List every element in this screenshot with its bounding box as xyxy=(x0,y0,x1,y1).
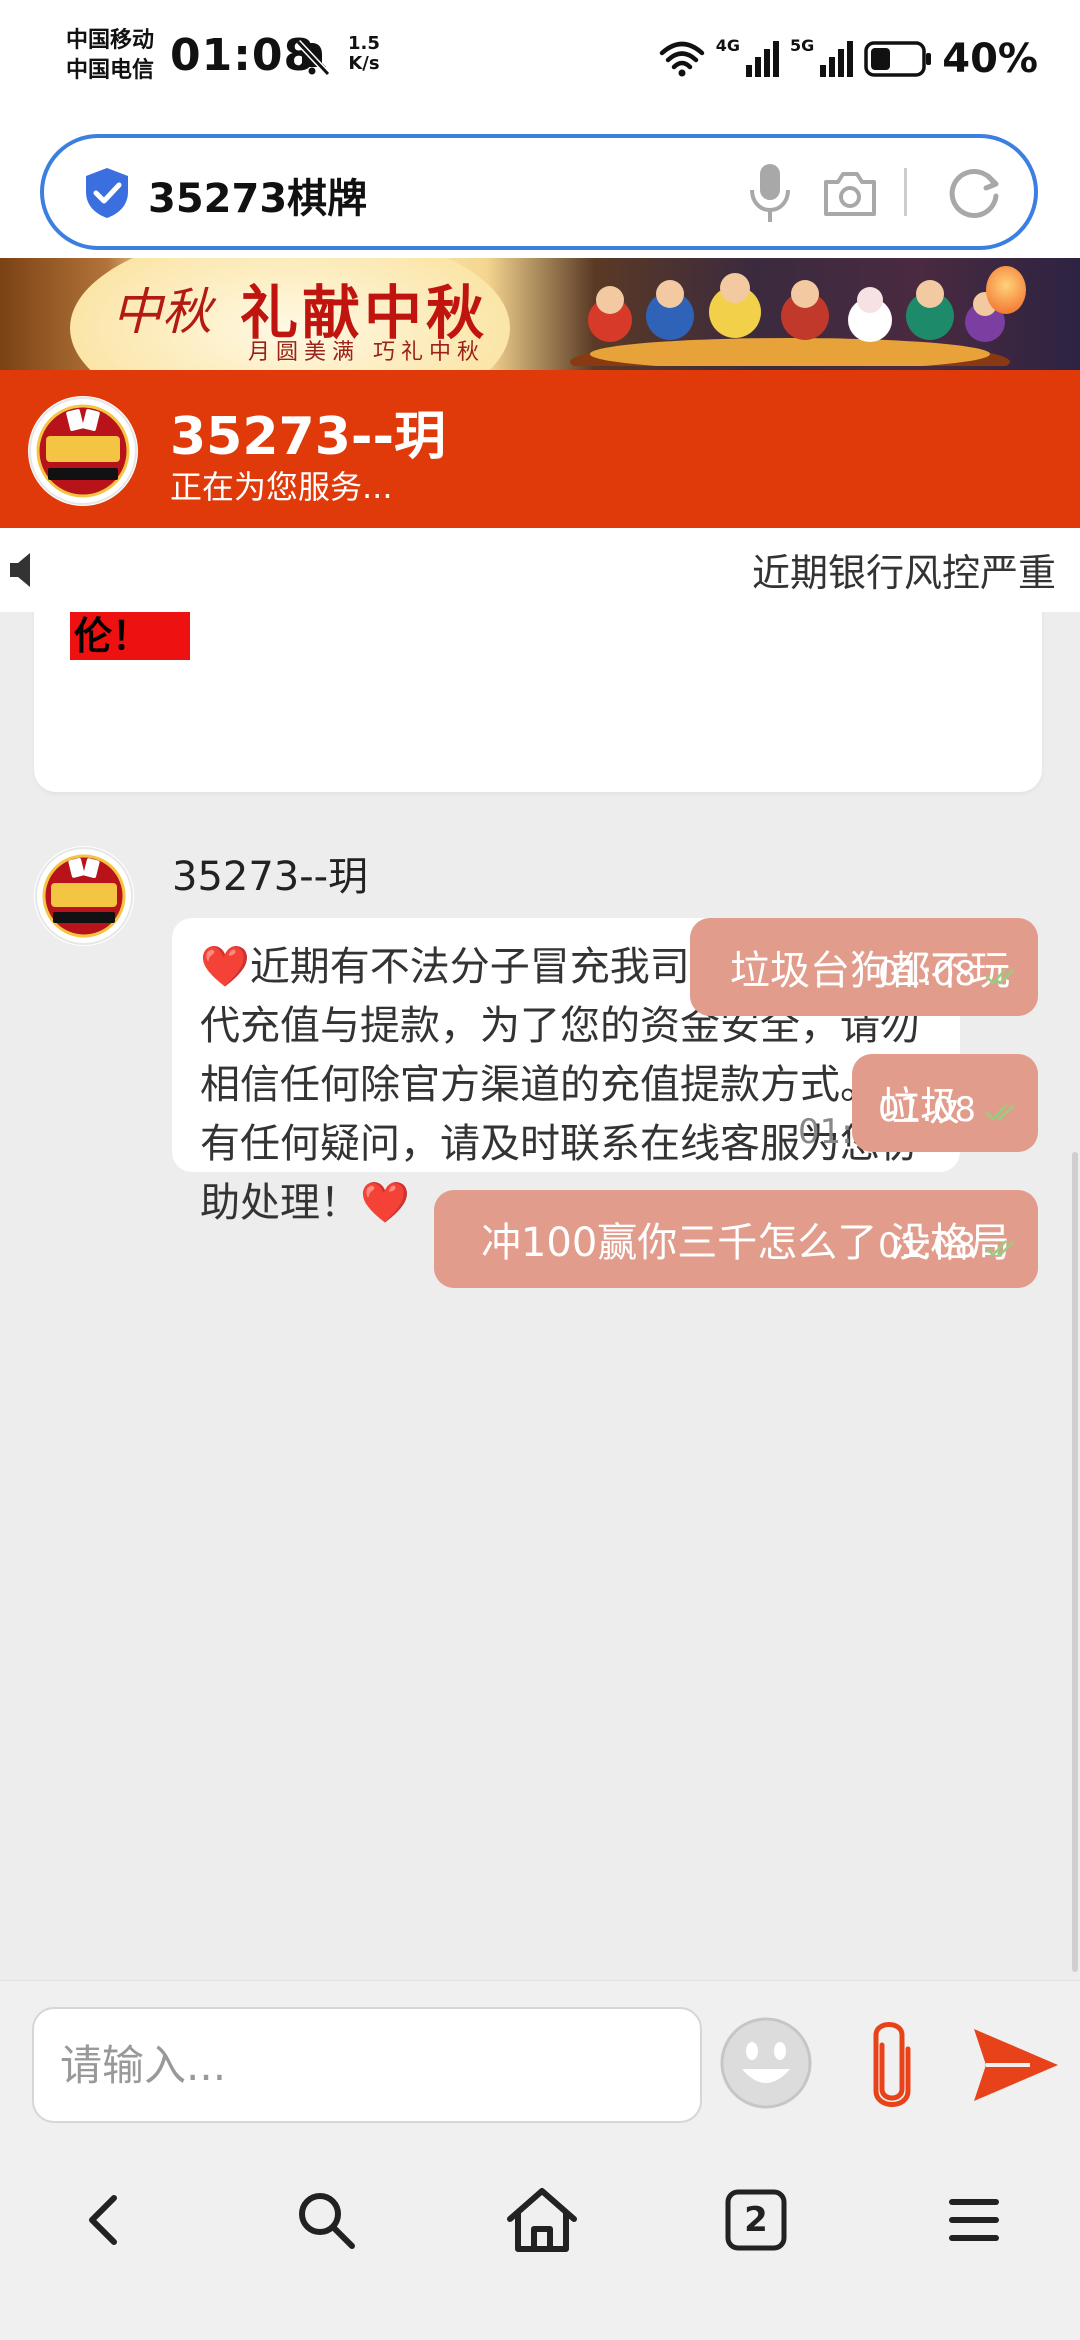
message-input[interactable] xyxy=(32,2007,702,2123)
mute-bell-icon xyxy=(295,39,331,77)
hamburger-menu-icon xyxy=(949,2199,999,2241)
read-checkmark-icon xyxy=(985,1104,1015,1121)
network-speed: 1.5 K/s xyxy=(348,34,380,74)
browser-bottom-nav: 2 xyxy=(0,2130,1080,2340)
send-icon[interactable] xyxy=(970,2025,1062,2105)
signal-icon xyxy=(745,41,779,77)
speaker-icon xyxy=(10,553,30,587)
promo-banner[interactable]: 中秋 礼献中秋 月圆美满 巧礼中秋 xyxy=(0,258,1080,370)
message-time: 01:08 xyxy=(878,1090,976,1130)
network-type-1: 4G xyxy=(715,36,740,55)
emoji-icon[interactable] xyxy=(718,2015,814,2111)
tab-count: 2 xyxy=(744,2200,768,2240)
sender-avatar[interactable] xyxy=(34,846,134,946)
wifi-icon xyxy=(659,41,704,77)
address-divider xyxy=(904,168,907,216)
notice-marquee: 近期银行风控严重 xyxy=(0,528,1080,612)
agent-name: 35273--玥 xyxy=(170,407,447,467)
previous-message-card: 伦！ xyxy=(34,612,1042,792)
carrier-2: 中国电信 xyxy=(66,58,155,83)
back-arrow-icon xyxy=(89,2195,117,2245)
outgoing-message-bubble[interactable]: 垃圾 01:08 xyxy=(852,1054,1038,1152)
home-button[interactable] xyxy=(492,2170,592,2270)
chat-header: 35273--玥 正在为您服务... xyxy=(0,370,1080,528)
battery-icon xyxy=(864,41,932,77)
signal-icon xyxy=(820,41,854,77)
read-checkmark-icon xyxy=(985,1240,1015,1257)
carrier-labels: 中国移动 中国电信 xyxy=(66,26,154,86)
heart-emoji: ❤️ xyxy=(360,1180,410,1226)
sender-name: 35273--玥 xyxy=(172,854,369,900)
security-shield-icon xyxy=(86,168,128,218)
address-bar[interactable]: 35273棋牌 xyxy=(40,134,1038,250)
menu-button[interactable] xyxy=(924,2170,1024,2270)
agent-status: 正在为您服务... xyxy=(170,468,393,506)
url-text[interactable]: 35273棋牌 xyxy=(148,166,367,224)
banner-characters-art xyxy=(570,273,1010,366)
message-time: 01:08 xyxy=(878,954,976,994)
search-icon xyxy=(299,2193,355,2249)
reload-icon[interactable] xyxy=(944,162,1006,224)
home-icon xyxy=(507,2188,577,2252)
carrier-1: 中国移动 xyxy=(66,28,155,53)
agent-avatar[interactable] xyxy=(28,396,138,506)
read-checkmark-icon xyxy=(985,968,1015,985)
outgoing-message-bubble[interactable]: 垃圾台狗都不玩 01:08 xyxy=(690,918,1038,1016)
tabs-button[interactable]: 2 xyxy=(706,2170,806,2270)
banner-calligraphy: 中秋 xyxy=(112,283,212,341)
chat-scrollbar[interactable] xyxy=(1072,1152,1078,1972)
banner-subtitle: 月圆美满 巧礼中秋 xyxy=(248,340,485,365)
chat-messages[interactable]: 伦！ 35273--玥 ❤️近期有不法分子冒充我司工作人员进行代充值与提款，为了… xyxy=(0,612,1080,1980)
message-input-bar xyxy=(0,1980,1080,2130)
back-button[interactable] xyxy=(56,2170,156,2270)
network-type-2: 5G xyxy=(789,36,815,55)
battery-percent: 40% xyxy=(942,36,1038,82)
microphone-icon[interactable] xyxy=(742,160,798,226)
previous-message-snippet: 伦！ xyxy=(70,612,190,660)
outgoing-message-bubble[interactable]: 冲100赢你三千怎么了 没格局 01:08 xyxy=(434,1190,1038,1288)
lantern-icon xyxy=(986,266,1026,314)
status-icons: 4G 5G 40% xyxy=(658,34,1038,84)
search-button[interactable] xyxy=(276,2170,376,2270)
phone-screen: 中国移动 中国电信 01:08 1.5 K/s 4G 5G 40% 35273棋… xyxy=(0,0,1080,2340)
speed-value: 1.5 xyxy=(348,33,380,54)
notice-text: 近期银行风控严重 xyxy=(752,551,1057,595)
status-bar: 中国移动 中国电信 01:08 1.5 K/s 4G 5G 40% xyxy=(0,0,1080,120)
speed-unit: K/s xyxy=(348,53,380,74)
attachment-icon[interactable] xyxy=(862,2015,922,2115)
heart-emoji: ❤️ xyxy=(200,944,250,990)
message-time: 01:08 xyxy=(878,1226,976,1266)
camera-icon[interactable] xyxy=(820,166,880,222)
